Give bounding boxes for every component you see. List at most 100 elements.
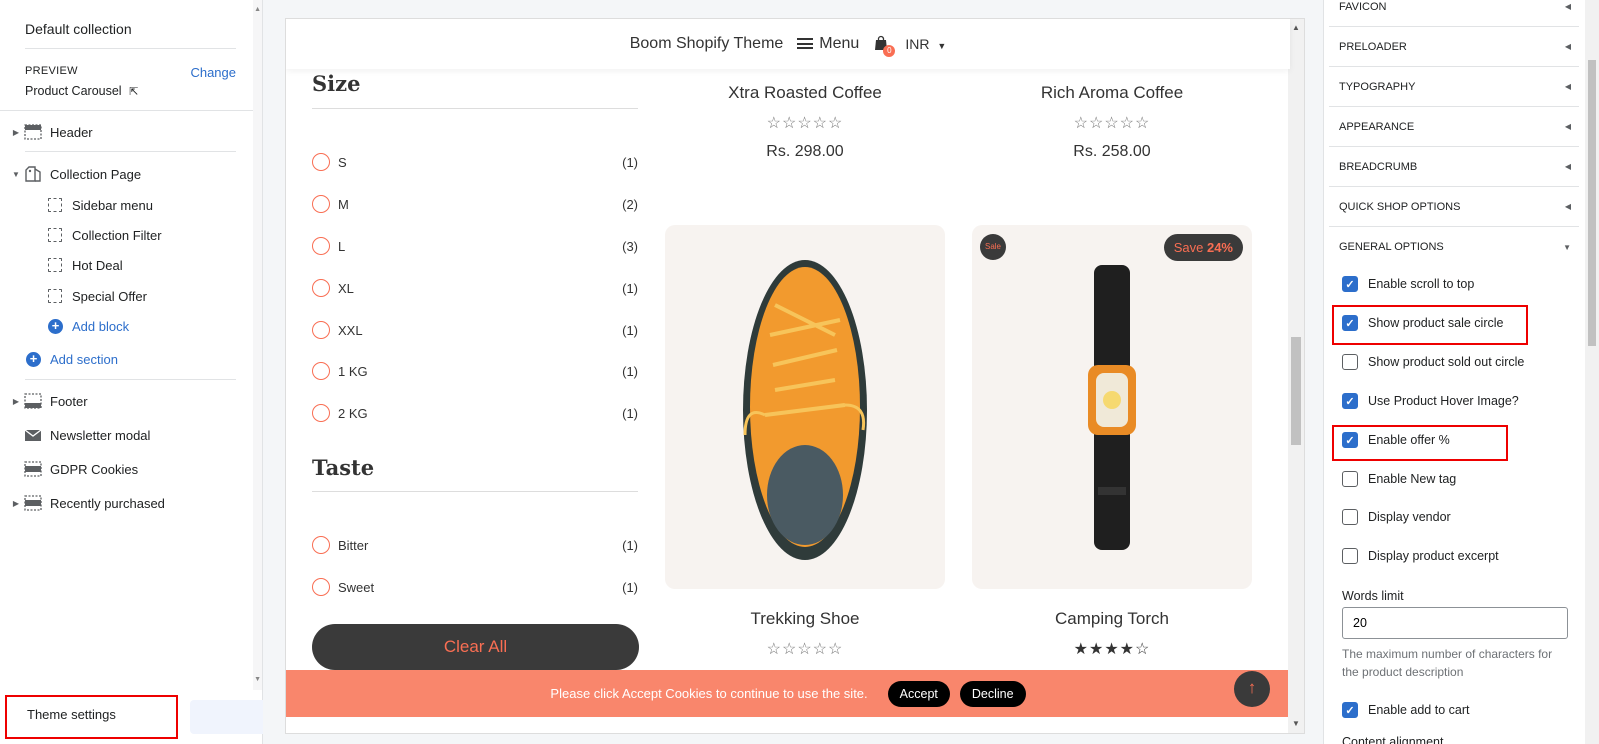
section-header[interactable]: ▶ Header (0, 119, 254, 145)
preview-scrollbar[interactable]: ▲ ▼ (1288, 19, 1304, 733)
sidebar-scrollbar[interactable] (253, 0, 262, 690)
scroll-to-top-button[interactable]: ↑ (1234, 671, 1270, 707)
accordion-favicon[interactable]: FAVICON ◀ (1329, 0, 1579, 27)
accordion-label: GENERAL OPTIONS (1339, 241, 1444, 253)
option-count: (1) (622, 405, 638, 421)
scroll-up-icon[interactable]: ▲ (254, 6, 261, 13)
scroll-thumb[interactable] (1588, 60, 1596, 346)
divider (25, 48, 236, 49)
taste-option[interactable]: Bitter (1) (312, 534, 638, 556)
radio-button[interactable] (312, 578, 330, 596)
caret-right-icon[interactable]: ▶ (8, 499, 24, 508)
size-option[interactable]: XXL (1) (312, 319, 638, 341)
shoe-image (743, 260, 867, 560)
add-section-label: Add section (50, 351, 118, 367)
section-collection-page[interactable]: ▼ Collection Page (0, 161, 254, 187)
preview-value[interactable]: Product Carousel ⇱ (25, 84, 138, 98)
radio-button[interactable] (312, 321, 330, 339)
accordion-breadcrumb[interactable]: BREADCRUMB ◀ (1329, 147, 1579, 187)
setting-option[interactable]: Display product excerpt (1342, 545, 1499, 567)
words-limit-input[interactable] (1342, 607, 1568, 639)
taste-option[interactable]: Sweet (1) (312, 576, 638, 598)
product-card[interactable]: Xtra Roasted Coffee ☆☆☆☆☆ Rs. 298.00 (665, 83, 945, 161)
section-label: Header (50, 124, 93, 140)
size-option[interactable]: 1 KG (1) (312, 360, 638, 382)
size-option[interactable]: S (1) (312, 151, 638, 173)
product-name[interactable]: Trekking Shoe (665, 609, 945, 629)
size-option[interactable]: XL (1) (312, 277, 638, 299)
checkbox[interactable] (1342, 548, 1358, 564)
checkbox[interactable]: ✓ (1342, 393, 1358, 409)
radio-button[interactable] (312, 153, 330, 171)
cart-button[interactable]: 0 (873, 35, 896, 57)
setting-option[interactable]: ✓ Enable scroll to top (1342, 273, 1474, 295)
checkbox[interactable]: ✓ (1342, 702, 1358, 718)
radio-button[interactable] (312, 536, 330, 554)
setting-option[interactable]: ✓ Use Product Hover Image? (1342, 390, 1519, 412)
setting-option[interactable]: Enable New tag (1342, 468, 1456, 490)
block-collection-filter[interactable]: Collection Filter (0, 222, 254, 248)
product-name[interactable]: Camping Torch (972, 609, 1252, 629)
accordion-quick-shop-options[interactable]: QUICK SHOP OPTIONS ◀ (1329, 187, 1579, 227)
section-footer[interactable]: ▶ Footer (0, 388, 254, 414)
checkbox[interactable] (1342, 471, 1358, 487)
block-icon (48, 289, 62, 303)
add-block-button[interactable]: + Add block (0, 313, 254, 339)
setting-option[interactable]: Display vendor (1342, 506, 1451, 528)
radio-button[interactable] (312, 279, 330, 297)
menu-button[interactable]: Menu (797, 35, 859, 53)
checkbox[interactable]: ✓ (1342, 276, 1358, 292)
block-sidebar-menu[interactable]: Sidebar menu (0, 192, 254, 218)
radio-button[interactable] (312, 195, 330, 213)
section-label: GDPR Cookies (50, 461, 139, 477)
accordion-appearance[interactable]: APPEARANCE ◀ (1329, 107, 1579, 147)
accordion-general-options[interactable]: GENERAL OPTIONS ▼ (1329, 227, 1579, 267)
words-limit-help: The maximum number of characters for the… (1342, 647, 1553, 679)
checkbox[interactable] (1342, 509, 1358, 525)
add-section-button[interactable]: + Add section (0, 346, 254, 372)
option-label: Enable New tag (1368, 472, 1457, 486)
size-option[interactable]: 2 KG (1) (312, 402, 638, 424)
radio-button[interactable] (312, 404, 330, 422)
caret-right-icon[interactable]: ▶ (8, 397, 24, 406)
store-brand[interactable]: Boom Shopify Theme (630, 35, 784, 53)
block-hot-deal[interactable]: Hot Deal (0, 252, 254, 278)
checkbox[interactable] (1342, 354, 1358, 370)
caret-down-icon[interactable]: ▼ (8, 170, 24, 179)
scroll-down-icon[interactable]: ▼ (254, 676, 261, 683)
section-gdpr[interactable]: GDPR Cookies (0, 456, 254, 482)
section-recently-purchased[interactable]: ▶ Recently purchased (0, 490, 254, 516)
accordion-typography[interactable]: TYPOGRAPHY ◀ (1329, 67, 1579, 107)
enable-add-to-cart-option[interactable]: ✓ Enable add to cart (1342, 699, 1469, 721)
scroll-down-icon[interactable]: ▼ (1292, 719, 1300, 728)
product-card[interactable]: Rich Aroma Coffee ☆☆☆☆☆ Rs. 258.00 (972, 83, 1252, 161)
product-card[interactable]: Trekking Shoe ☆☆☆☆☆ (665, 609, 945, 659)
product-image-torch[interactable]: Sale Save 24% (972, 225, 1252, 589)
option-count: (1) (622, 322, 638, 338)
accept-cookies-button[interactable]: Accept (887, 680, 950, 707)
section-newsletter[interactable]: Newsletter modal (0, 422, 254, 448)
product-image-shoe[interactable] (665, 225, 945, 589)
clear-all-button[interactable]: Clear All (312, 624, 639, 670)
theme-settings-button[interactable]: Theme settings (5, 695, 178, 739)
size-option[interactable]: L (3) (312, 235, 638, 257)
decline-cookies-button[interactable]: Decline (959, 680, 1026, 707)
product-name[interactable]: Rich Aroma Coffee (972, 83, 1252, 103)
scroll-thumb[interactable] (1291, 337, 1301, 445)
caret-right-icon[interactable]: ▶ (8, 128, 24, 137)
setting-option[interactable]: Show product sold out circle (1342, 351, 1524, 373)
size-option[interactable]: M (2) (312, 193, 638, 215)
block-special-offer[interactable]: Special Offer (0, 283, 254, 309)
accordion-preloader[interactable]: PRELOADER ◀ (1329, 27, 1579, 67)
settings-scrollbar[interactable] (1585, 0, 1599, 744)
cookie-bar: Please click Accept Cookies to continue … (286, 670, 1290, 717)
currency-select[interactable]: INR ▼ (905, 36, 946, 52)
scroll-up-icon[interactable]: ▲ (1292, 23, 1300, 32)
change-preview-link[interactable]: Change (190, 65, 236, 80)
product-name[interactable]: Xtra Roasted Coffee (665, 83, 945, 103)
product-card[interactable]: Camping Torch ★★★★☆ (972, 609, 1252, 659)
radio-button[interactable] (312, 362, 330, 380)
radio-button[interactable] (312, 237, 330, 255)
option-label: XXL (338, 322, 363, 338)
preview-value-text: Product Carousel (25, 84, 122, 98)
